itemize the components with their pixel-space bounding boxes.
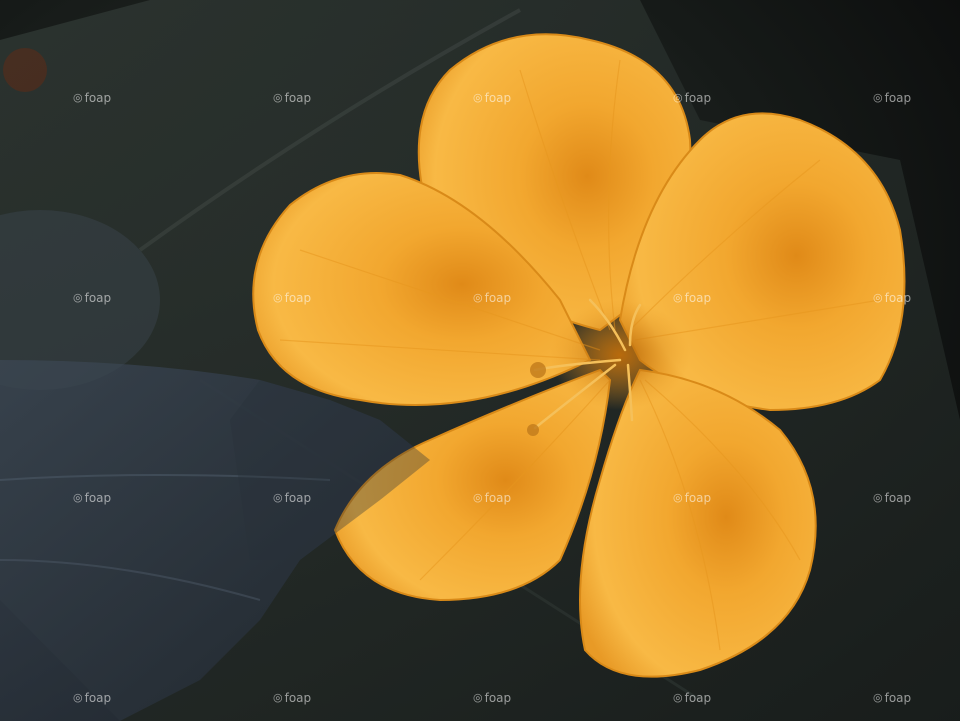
flower-throat bbox=[550, 300, 690, 410]
flower-photo bbox=[0, 0, 960, 721]
photo-canvas: ◎ foap ◎ foap ◎ foap ◎ foap ◎ foap ◎ foap ◎ foa… bbox=[0, 0, 960, 721]
